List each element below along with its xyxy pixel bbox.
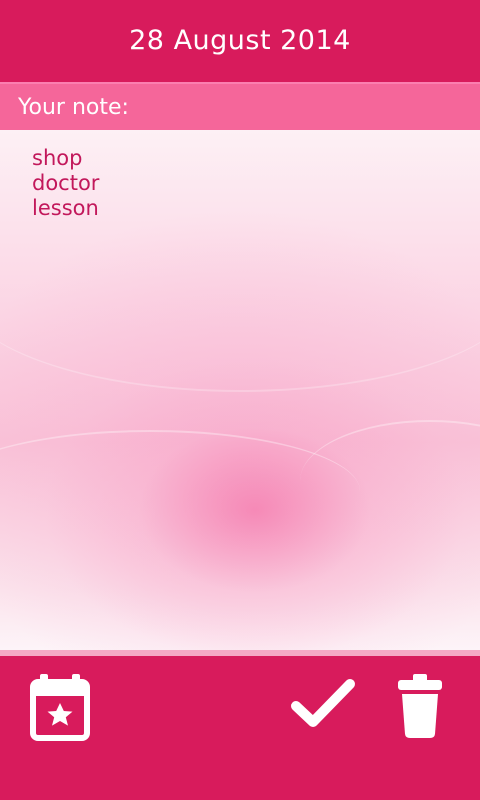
note-label: Your note: xyxy=(18,94,129,120)
app-screen: 28 August 2014 Your note: shop doctor le… xyxy=(0,0,480,800)
checkmark-icon xyxy=(291,679,355,727)
note-label-bar: Your note: xyxy=(0,82,480,130)
note-area[interactable]: shop doctor lesson xyxy=(0,130,480,650)
trash-icon xyxy=(398,674,442,738)
calendar-button[interactable] xyxy=(26,670,94,742)
date-title: 28 August 2014 xyxy=(129,24,351,56)
bottom-toolbar xyxy=(0,656,480,800)
calendar-star-icon xyxy=(30,674,90,741)
note-text[interactable]: shop doctor lesson xyxy=(32,146,99,221)
header: 28 August 2014 xyxy=(0,0,480,82)
delete-button[interactable] xyxy=(384,664,456,744)
save-button[interactable] xyxy=(288,674,358,734)
